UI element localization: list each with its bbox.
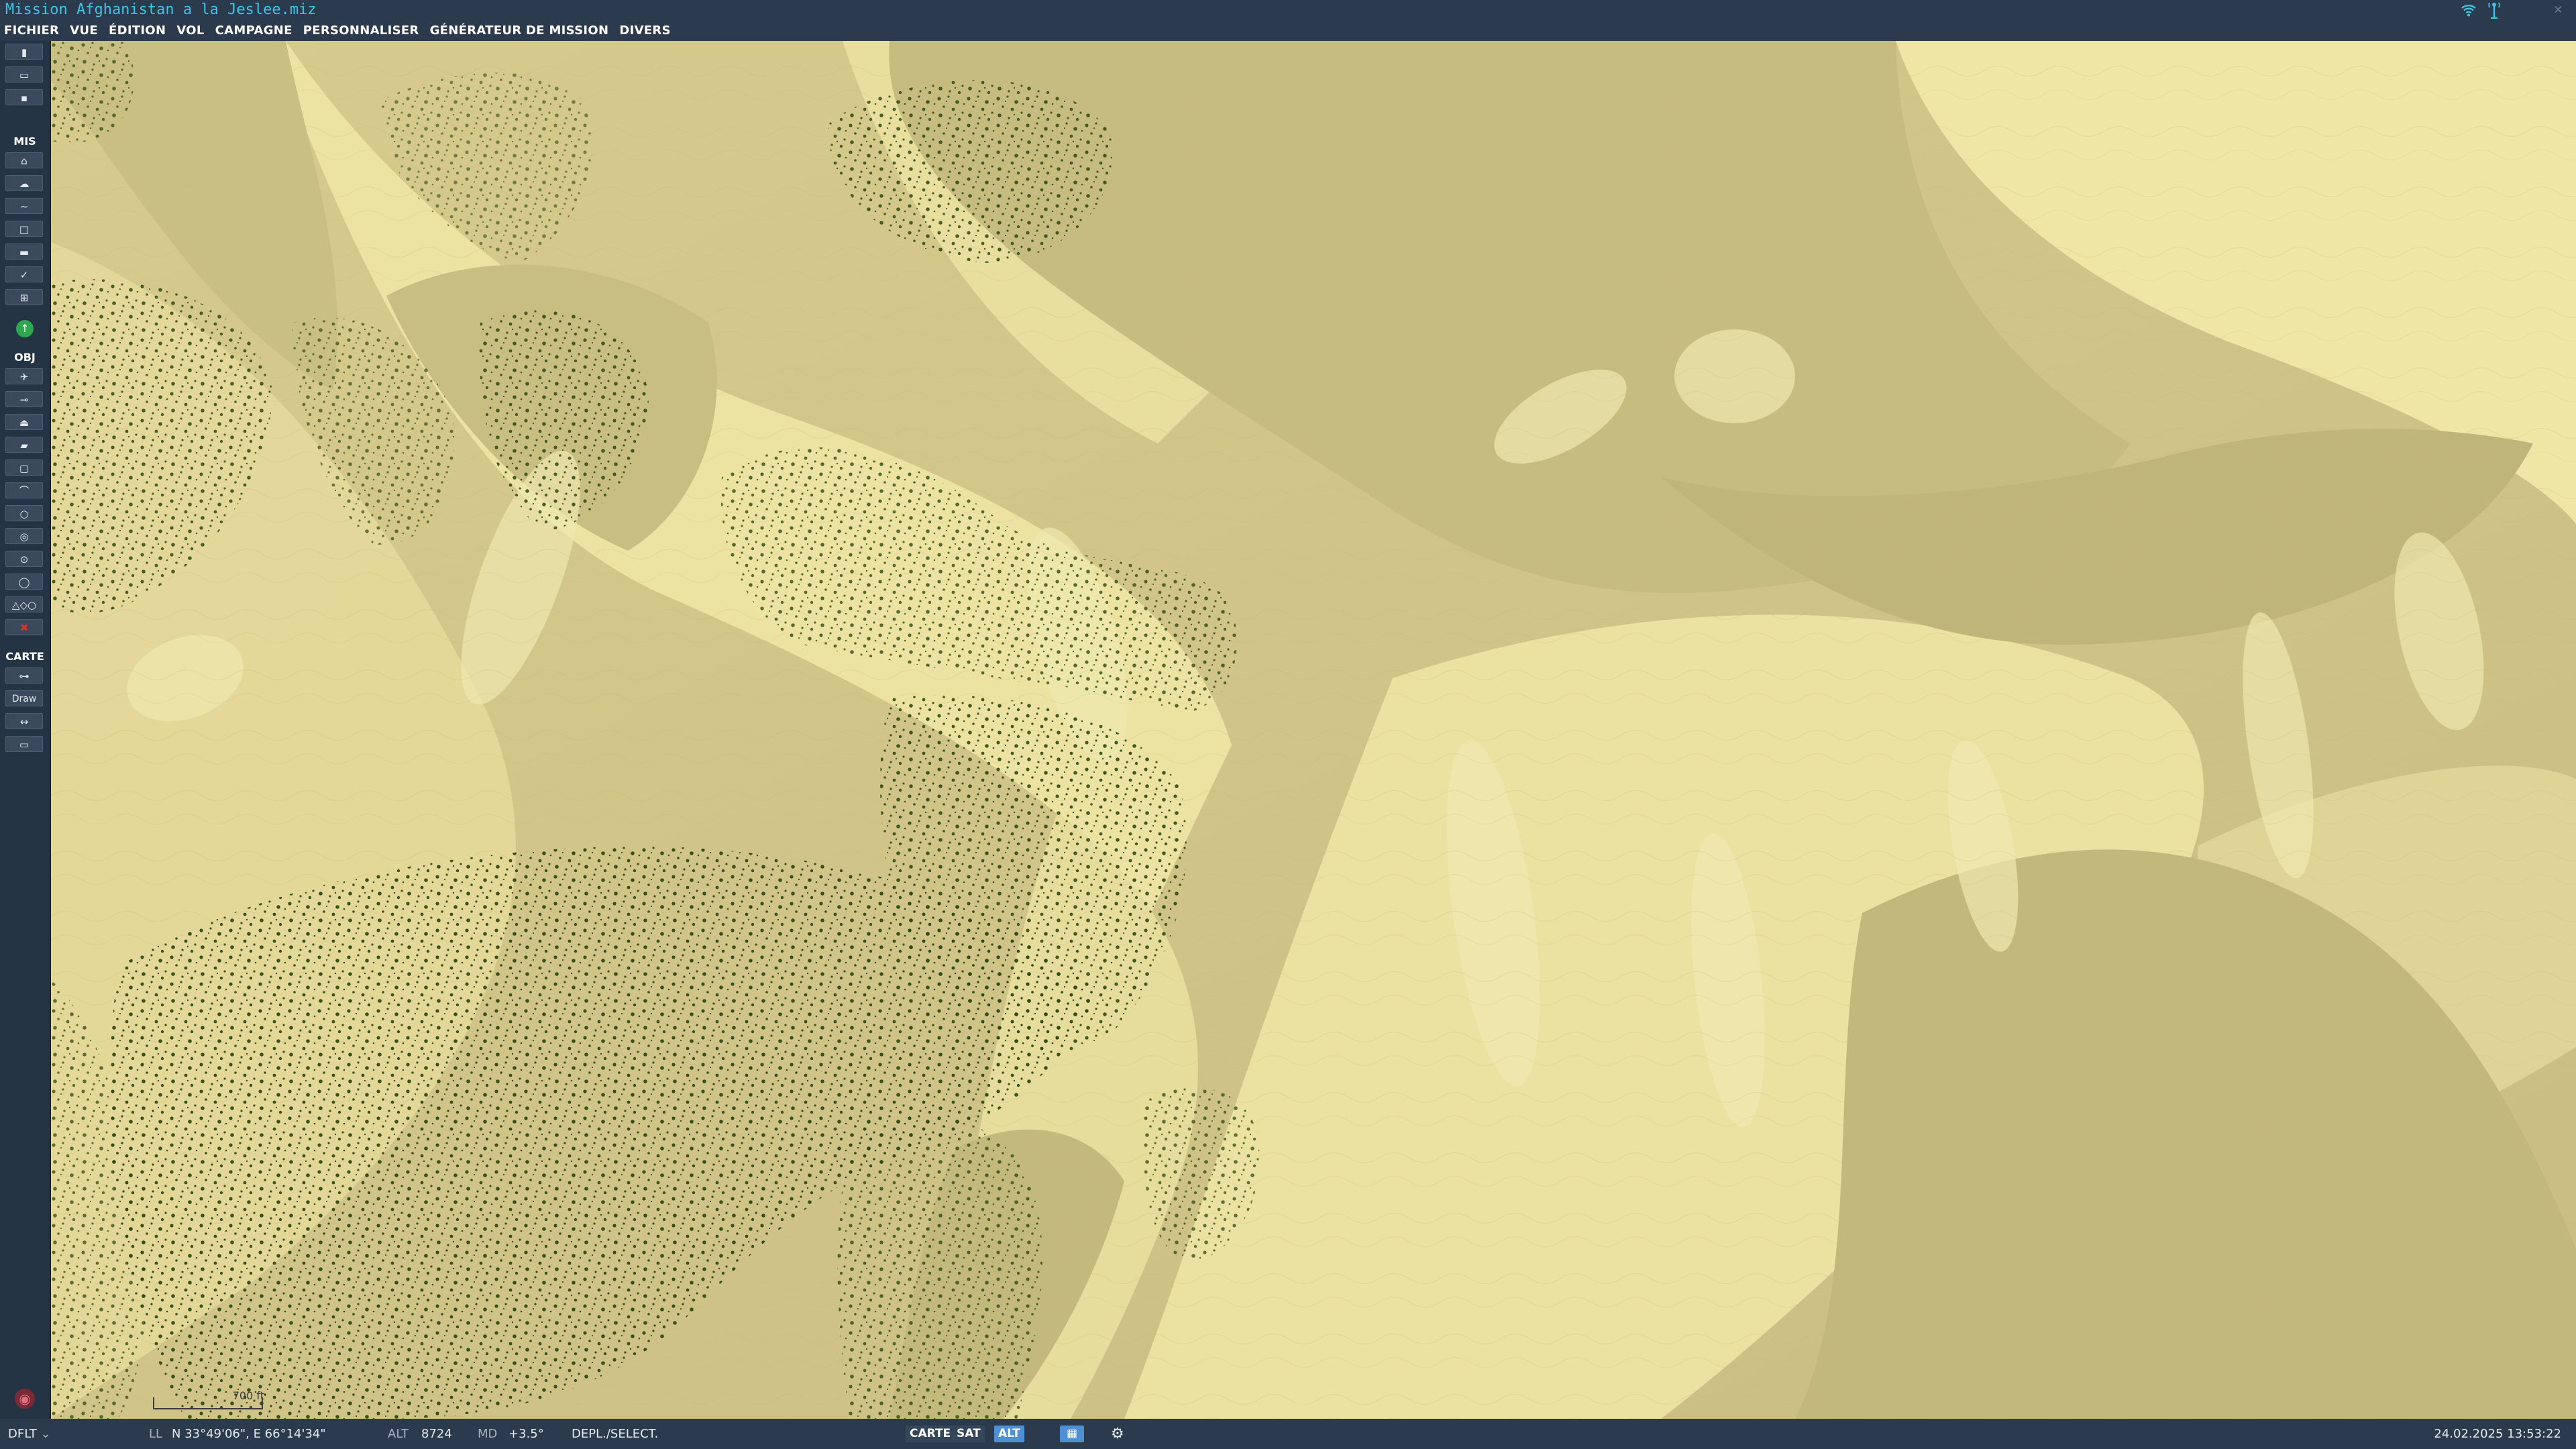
status-bar: DFLT ⌄ LL N 33°49'06", E 66°14'34" ALT 8… [0,1419,2576,1449]
md-label: MD [478,1427,498,1441]
chevron-down-icon: ⌄ [40,1427,51,1441]
save-icon[interactable]: ▪ [5,89,43,105]
zone-icon[interactable]: □ [5,221,43,237]
close-icon[interactable]: × [2554,0,2563,19]
target-icon[interactable]: ◎ [5,528,43,544]
section-carte-label: CARTE [5,650,44,663]
delete-icon[interactable]: ✖ [5,619,43,635]
menu-bar: FICHIER VUE ÉDITION VOL CAMPAGNE PERSONN… [0,19,2576,41]
map-view[interactable]: 700 ft [51,41,2576,1419]
view-sat-button[interactable]: SAT [953,1426,985,1442]
plane-icon[interactable]: ✈ [5,368,43,384]
settings-icon[interactable]: ⚙ [1111,1419,1124,1449]
structure-icon[interactable]: ⌒ [5,482,43,498]
view-carte-button[interactable]: CARTE [906,1426,955,1442]
ruler-icon[interactable]: ↔ [5,713,43,729]
measure-icon[interactable]: ⊶ [5,667,43,684]
briefing-icon[interactable]: ⌂ [5,152,43,168]
trigger-icon[interactable]: ∼ [5,198,43,214]
menu-vue[interactable]: VUE [70,23,98,38]
ground-unit-icon[interactable]: ▰ [5,437,43,453]
menu-fichier[interactable]: FICHIER [4,23,59,38]
group-icon[interactable]: ◯ [5,574,43,590]
resource-icon[interactable]: ⊞ [5,289,43,305]
mode-select[interactable]: DFLT ⌄ [8,1419,51,1449]
alt-value: 8724 [421,1427,452,1441]
goals-icon[interactable]: ▬ [5,244,43,260]
new-file-icon[interactable]: ▮ [5,44,43,60]
window-title: Mission Afghanistan a la Jeslee.miz [5,1,317,18]
section-obj-label: OBJ [14,351,36,364]
static-object-icon[interactable]: ▢ [5,460,43,476]
layers-icon[interactable]: ▦ [1060,1426,1084,1442]
menu-edition[interactable]: ÉDITION [109,23,166,38]
md-value: +3.5° [508,1427,544,1441]
alt-label: ALT [388,1427,409,1441]
menu-divers[interactable]: DIVERS [619,23,671,38]
minimap-icon[interactable]: ▭ [5,736,43,752]
ship-icon[interactable]: ⏏ [5,414,43,430]
terrain-map [51,41,2576,1419]
datetime: 24.02.2025 13:53:22 [2434,1427,2561,1441]
check-icon[interactable]: ✓ [5,266,43,282]
map-scale: 700 ft [150,1389,264,1416]
radius-icon[interactable]: ⊙ [5,551,43,567]
menu-generateur-de-mission[interactable]: GÉNÉRATEUR DE MISSION [430,23,609,38]
scale-label: 700 ft [232,1389,264,1402]
action-mode: DEPL./SELECT. [572,1427,659,1441]
mode-value: DFLT [8,1427,37,1441]
menu-vol[interactable]: VOL [176,23,204,38]
airfield-icon[interactable]: ○ [5,505,43,521]
section-mis-label: MIS [13,135,36,148]
view-alt-button[interactable]: ALT [994,1426,1024,1442]
coord-label: LL [149,1427,163,1441]
record-icon[interactable]: ◉ [15,1389,35,1409]
weather-icon[interactable]: ☁ [5,175,43,191]
menu-campagne[interactable]: CAMPAGNE [215,23,292,38]
title-bar: Mission Afghanistan a la Jeslee.miz × [0,0,2576,19]
menu-personnaliser[interactable]: PERSONNALISER [303,23,419,38]
draw-button[interactable]: Draw [5,690,43,706]
coords-value: N 33°49'06", E 66°14'34" [172,1427,326,1441]
shapes-icon[interactable]: △◇○ [5,596,43,612]
helicopter-icon[interactable]: ⊸ [5,391,43,407]
up-arrow-icon[interactable]: ↑ [16,320,34,337]
left-toolbar: ▮ ▭ ▪ MIS ⌂ ☁ ∼ □ ▬ ✓ ⊞ ↑ OBJ ✈ ⊸ ⏏ ▰ ▢ … [0,41,51,1419]
open-folder-icon[interactable]: ▭ [5,66,43,83]
